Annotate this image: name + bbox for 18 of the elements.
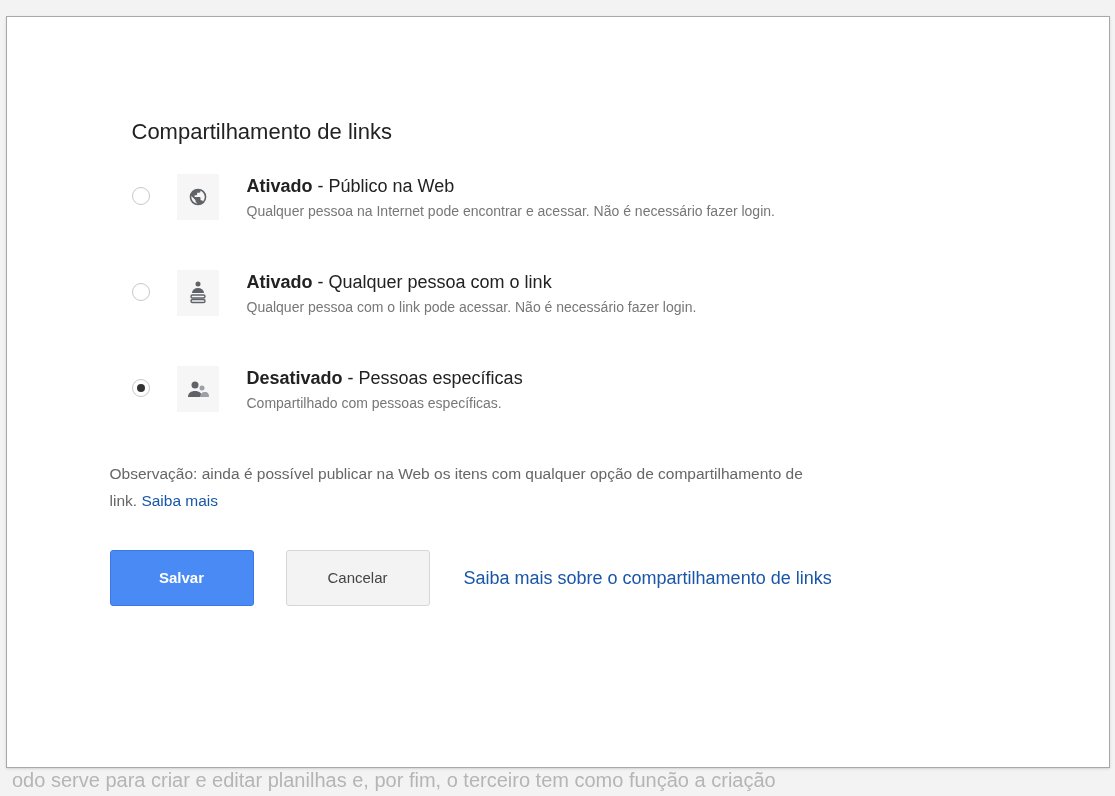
option-description: Qualquer pessoa com o link pode acessar. Não é necessário fazer login. bbox=[246, 298, 698, 317]
background-text: odo serve para criar e editar planilhas e, por fim, o terceiro tem como função a criação bbox=[11, 768, 776, 792]
help-link[interactable]: Saiba mais sobre o compartilhamento de links bbox=[463, 564, 832, 592]
option-description: Compartilhado com pessoas específicas. bbox=[246, 394, 503, 413]
person-link-icon bbox=[188, 280, 207, 306]
note-text: Observação: ainda é possível publicar na Web os itens com qualquer opção de compartilhamento de link. Saiba mais bbox=[109, 464, 804, 511]
option-description: Qualquer pessoa na Internet pode encontrar e acessar. Não é necessário fazer login. bbox=[246, 202, 776, 221]
people-icon bbox=[186, 380, 209, 398]
option-title: Desativado - Pessoas específicas bbox=[246, 367, 524, 390]
globe-icon bbox=[187, 187, 208, 207]
option-title: Ativado - Qualquer pessoa com o link bbox=[246, 271, 553, 294]
cancel-button[interactable]: Cancelar bbox=[285, 550, 430, 606]
option-title: Ativado - Público na Web bbox=[246, 175, 456, 198]
learn-more-link[interactable]: Saiba mais bbox=[141, 492, 219, 509]
radio-button[interactable] bbox=[131, 187, 150, 205]
radio-button[interactable] bbox=[131, 283, 150, 301]
radio-button[interactable] bbox=[131, 379, 150, 397]
dialog-title: Compartilhamento de links bbox=[131, 118, 392, 146]
